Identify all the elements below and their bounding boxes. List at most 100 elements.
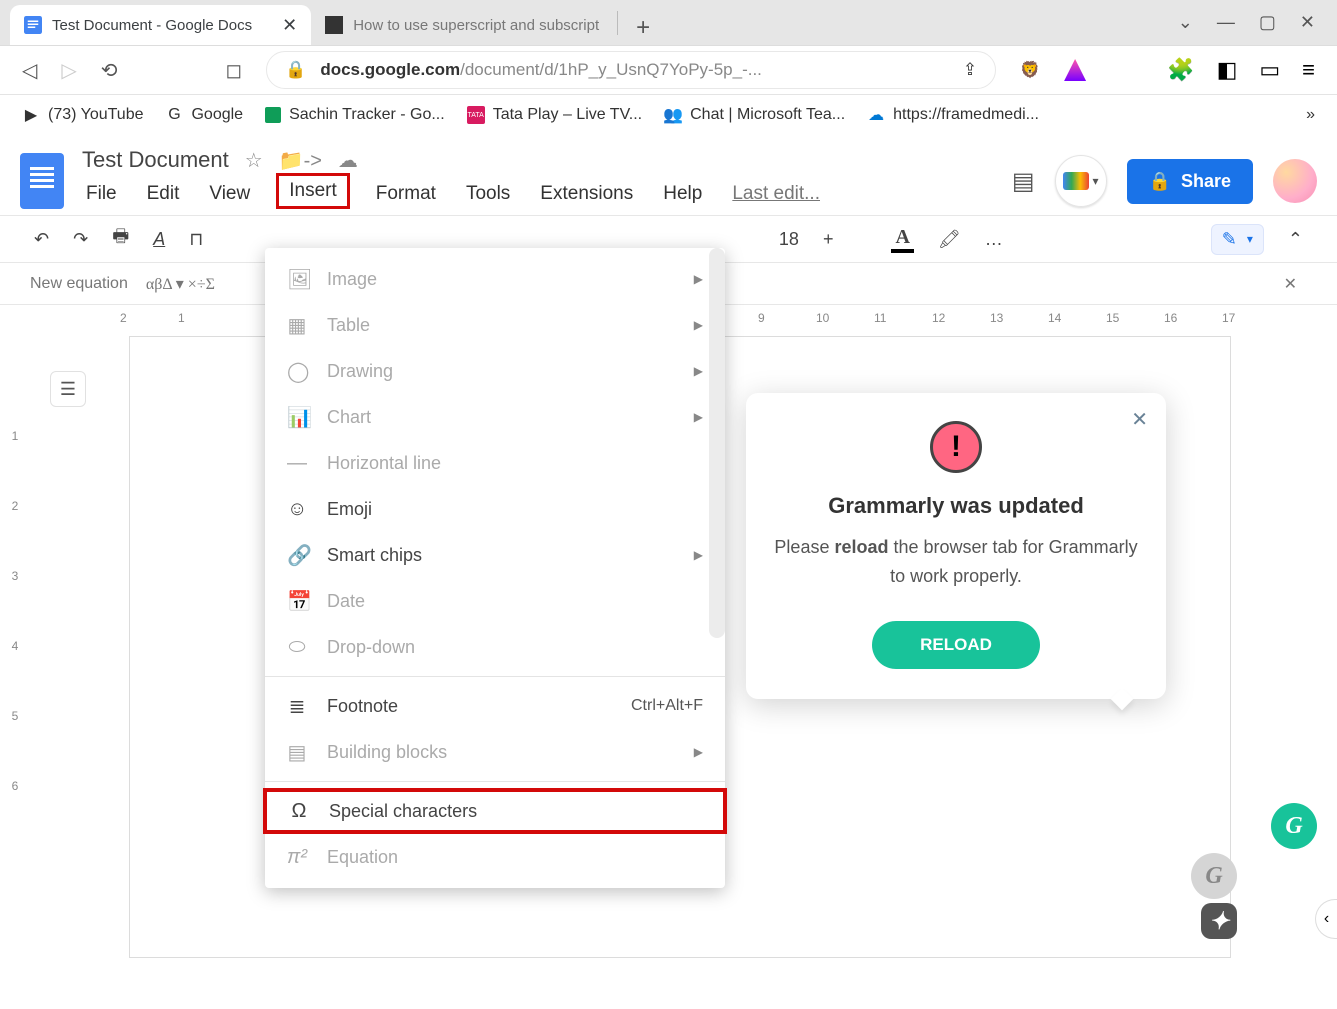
collapse-toolbar-icon[interactable]: ⌃	[1288, 229, 1303, 250]
popup-title: Grammarly was updated	[770, 493, 1142, 519]
menu-item-emoji[interactable]: ☺Emoji	[265, 486, 725, 532]
url-path: /document/d/1hP_y_UsnQ7YoPy-5p_-...	[460, 60, 762, 79]
bookmark-label: Google	[191, 106, 243, 124]
bookmark-google[interactable]: G Google	[165, 106, 243, 124]
brave-shield-icon[interactable]: 🦁	[1020, 60, 1040, 80]
print-icon[interactable]: 🖶	[112, 224, 129, 254]
lock-icon: 🔒	[1149, 171, 1171, 192]
back-icon[interactable]: ◁	[22, 58, 37, 83]
chart-icon: 📊	[287, 405, 307, 430]
menu-icon[interactable]: ≡	[1302, 57, 1315, 83]
bookmark-tab-icon[interactable]: ◻	[226, 58, 243, 83]
grammarly-fab-icon[interactable]: G	[1271, 803, 1317, 849]
bookmark-teams[interactable]: 👥 Chat | Microsoft Tea...	[664, 106, 845, 124]
menu-item-dropdown[interactable]: ⬭Drop-down	[265, 624, 725, 670]
menu-item-chart[interactable]: 📊Chart▶	[265, 394, 725, 440]
editing-mode-button[interactable]: ✎▾	[1211, 224, 1264, 255]
menu-view[interactable]: View	[205, 179, 254, 209]
explore-icon[interactable]: ✦	[1201, 903, 1237, 939]
present-meet-button[interactable]: ▾	[1055, 155, 1107, 207]
submenu-arrow-icon: ▶	[694, 745, 703, 759]
menu-item-smart-chips[interactable]: 🔗Smart chips▶	[265, 532, 725, 578]
tab-inactive[interactable]: How to use superscript and subscript	[311, 5, 613, 45]
bookmark-onedrive[interactable]: ☁https://framedmedi...	[867, 106, 1039, 124]
font-size-value[interactable]: 18	[779, 229, 799, 250]
shortcut-label: Ctrl+Alt+F	[631, 697, 703, 715]
more-tools-icon[interactable]: …	[985, 229, 1003, 250]
grammarly-inline-icon[interactable]: G	[1191, 853, 1237, 899]
cloud-saved-icon[interactable]: ☁	[338, 148, 358, 173]
menu-item-footnote[interactable]: ≣FootnoteCtrl+Alt+F	[265, 683, 725, 729]
paint-format-icon[interactable]: ⊓	[189, 229, 203, 250]
close-icon[interactable]: ✕	[282, 15, 297, 36]
menu-item-special-characters[interactable]: ΩSpecial characters	[263, 788, 727, 834]
menu-item-table[interactable]: ▦Table▶	[265, 302, 725, 348]
url-bar[interactable]: 🔒 docs.google.com/document/d/1hP_y_UsnQ7…	[266, 51, 996, 89]
close-icon[interactable]: ✕	[1284, 274, 1297, 294]
bookmark-youtube[interactable]: ▶(73) YouTube	[22, 106, 143, 124]
browser-right-icons: 🧩 ◧ ▭ ≡	[1167, 57, 1315, 83]
google-icon: G	[165, 106, 183, 124]
window-controls: ⌄ — ▢ ✕	[1178, 12, 1315, 33]
menu-item-equation[interactable]: π²Equation	[265, 834, 725, 880]
menu-help[interactable]: Help	[659, 179, 706, 209]
menu-divider	[265, 781, 725, 782]
teams-icon: 👥	[664, 106, 682, 124]
bookmarks-bar: ▶(73) YouTube G Google Sachin Tracker - G…	[0, 95, 1337, 135]
menu-extensions[interactable]: Extensions	[536, 179, 637, 209]
bookmarks-overflow[interactable]: »	[1306, 106, 1315, 124]
font-size-inc-icon[interactable]: +	[823, 229, 834, 250]
share-url-icon[interactable]: ⇪	[963, 60, 977, 80]
undo-icon[interactable]: ↶	[34, 229, 49, 250]
new-tab-button[interactable]: +	[626, 11, 660, 45]
account-avatar[interactable]	[1273, 159, 1317, 203]
extensions-icon[interactable]: 🧩	[1167, 57, 1194, 83]
emoji-icon: ☺	[287, 498, 307, 521]
text-color-icon[interactable]: A	[891, 226, 913, 253]
tab-title: How to use superscript and subscript	[353, 17, 599, 34]
menu-insert[interactable]: Insert	[276, 173, 350, 209]
image-icon: 🖼	[287, 267, 307, 292]
reload-button[interactable]: RELOAD	[872, 621, 1040, 669]
menu-item-image[interactable]: 🖼Image▶	[265, 256, 725, 302]
brave-logo-icon[interactable]	[1064, 59, 1086, 81]
menu-item-building-blocks[interactable]: ▤Building blocks▶	[265, 729, 725, 775]
move-folder-icon[interactable]: 📁->	[279, 148, 322, 173]
tab-active[interactable]: Test Document - Google Docs ✕	[10, 5, 311, 45]
menu-edit[interactable]: Edit	[143, 179, 184, 209]
minimize-icon[interactable]: —	[1217, 12, 1235, 33]
equation-symbols[interactable]: αβΔ ▾ ×÷Σ	[146, 274, 215, 294]
menu-tools[interactable]: Tools	[462, 179, 514, 209]
bookmark-sheets[interactable]: Sachin Tracker - Go...	[265, 106, 445, 124]
outline-toggle-icon[interactable]: ☰	[50, 371, 86, 407]
new-equation-label[interactable]: New equation	[30, 275, 128, 293]
menu-item-drawing[interactable]: ◯Drawing▶	[265, 348, 725, 394]
close-icon[interactable]: ✕	[1131, 407, 1148, 432]
share-button[interactable]: 🔒Share	[1127, 159, 1253, 204]
close-window-icon[interactable]: ✕	[1300, 12, 1315, 33]
star-icon[interactable]: ☆	[245, 148, 263, 173]
wallet-icon[interactable]: ▭	[1259, 57, 1280, 83]
menu-divider	[265, 676, 725, 677]
menu-item-horizontal-line[interactable]: —Horizontal line	[265, 440, 725, 486]
maximize-icon[interactable]: ▢	[1259, 12, 1276, 33]
highlight-icon[interactable]: 🖍	[938, 229, 961, 250]
vertical-ruler[interactable]: 123456	[0, 331, 30, 957]
last-edit-link[interactable]: Last edit...	[728, 179, 824, 209]
menu-file[interactable]: File	[82, 179, 121, 209]
menu-format[interactable]: Format	[372, 179, 440, 209]
bookmark-label: (73) YouTube	[48, 106, 143, 124]
spellcheck-icon[interactable]: A	[153, 229, 165, 250]
side-panel-icon[interactable]: ◧	[1217, 57, 1238, 83]
comments-icon[interactable]: ▤	[1012, 167, 1035, 196]
docs-header: Test Document ☆ 📁-> ☁ File Edit View Ins…	[0, 135, 1337, 215]
window-dropdown-icon[interactable]: ⌄	[1178, 12, 1193, 33]
document-title[interactable]: Test Document	[82, 147, 229, 173]
calendar-icon: 📅	[287, 589, 307, 614]
bookmark-tataplay[interactable]: TATATata Play – Live TV...	[467, 106, 642, 124]
reload-icon[interactable]: ⟲	[101, 58, 118, 83]
bookmark-label: Chat | Microsoft Tea...	[690, 106, 845, 124]
google-docs-logo-icon[interactable]	[20, 153, 64, 209]
menu-item-date[interactable]: 📅Date	[265, 578, 725, 624]
redo-icon[interactable]: ↷	[73, 229, 88, 250]
